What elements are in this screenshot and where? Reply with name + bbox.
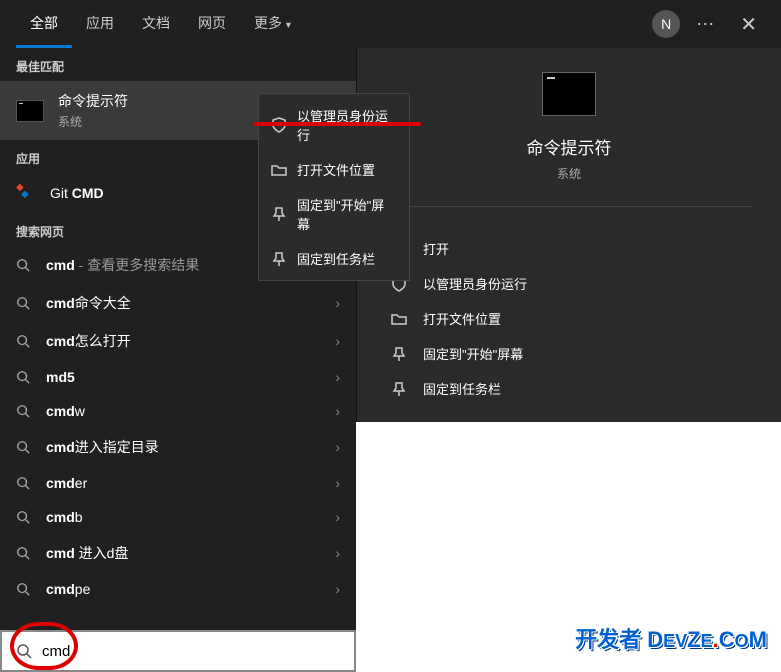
search-icon	[16, 582, 30, 596]
search-icon	[16, 404, 30, 418]
chevron-right-icon: ›	[335, 333, 340, 349]
preview-panel: 命令提示符 系统 打开 以管理员身份运行 打开文件位置 固定到"开始"屏幕	[356, 48, 781, 422]
preview-title: 命令提示符	[357, 134, 781, 159]
web-result-item[interactable]: cmdb ›	[0, 500, 356, 534]
search-icon	[16, 476, 30, 490]
best-match-subtitle: 系统	[58, 113, 128, 130]
pin-start-icon	[271, 206, 287, 222]
watermark: 开发者 DEVZE.COM	[575, 622, 767, 654]
tab-web[interactable]: 网页	[184, 1, 240, 48]
preview-app-icon	[542, 72, 596, 116]
search-input[interactable]	[42, 643, 340, 660]
search-icon	[16, 643, 32, 659]
chevron-right-icon: ›	[335, 475, 340, 491]
best-match-title: 命令提示符	[58, 91, 128, 111]
web-result-item[interactable]: md5 ›	[0, 360, 356, 394]
web-result-item[interactable]: cmder ›	[0, 466, 356, 500]
search-icon	[16, 546, 30, 560]
tab-apps[interactable]: 应用	[72, 1, 128, 48]
user-avatar[interactable]: N	[652, 10, 680, 38]
folder-icon	[271, 162, 287, 178]
tab-docs[interactable]: 文档	[128, 1, 184, 48]
web-result-item[interactable]: cmd进入指定目录 ›	[0, 428, 356, 466]
pa-open-location[interactable]: 打开文件位置	[385, 301, 753, 336]
search-icon	[16, 510, 30, 524]
tab-all[interactable]: 全部	[16, 1, 72, 48]
windows-search-panel: 全部 应用 文档 网页 更多 ▾ N ⋯ ✕ 最佳匹配 命令提示符 系统 应用 …	[0, 0, 781, 672]
preview-subtitle: 系统	[357, 165, 781, 182]
annotation-red-underline	[254, 122, 421, 126]
cmd-app-icon	[16, 100, 44, 122]
search-icon	[16, 334, 30, 348]
search-icon	[16, 440, 30, 454]
cm-open-location[interactable]: 打开文件位置	[259, 152, 409, 187]
chevron-right-icon: ›	[335, 439, 340, 455]
chevron-right-icon: ›	[335, 581, 340, 597]
tab-more[interactable]: 更多 ▾	[240, 1, 305, 48]
folder-icon	[391, 311, 407, 327]
cm-pin-taskbar[interactable]: 固定到任务栏	[259, 241, 409, 276]
pa-open[interactable]: 打开	[385, 231, 753, 266]
gitcmd-icon	[16, 183, 36, 203]
pin-taskbar-icon	[271, 251, 287, 267]
web-result-item[interactable]: cmdw ›	[0, 394, 356, 428]
search-icon	[16, 258, 30, 272]
chevron-right-icon: ›	[335, 403, 340, 419]
chevron-right-icon: ›	[335, 295, 340, 311]
chevron-right-icon: ›	[335, 509, 340, 525]
cm-pin-start[interactable]: 固定到"开始"屏幕	[259, 187, 409, 241]
close-button[interactable]: ✕	[732, 8, 765, 41]
search-icon	[16, 370, 30, 384]
search-icon	[16, 296, 30, 310]
pa-pin-start[interactable]: 固定到"开始"屏幕	[385, 336, 753, 371]
web-result-item[interactable]: cmd命令大全 ›	[0, 284, 356, 322]
chevron-right-icon: ›	[335, 545, 340, 561]
search-bar[interactable]	[0, 630, 356, 672]
web-result-item[interactable]: cmd怎么打开 ›	[0, 322, 356, 360]
web-result-item[interactable]: cmdpe ›	[0, 572, 356, 606]
pin-start-icon	[391, 346, 407, 362]
chevron-right-icon: ›	[335, 369, 340, 385]
section-best-match: 最佳匹配	[0, 48, 356, 81]
pa-pin-taskbar[interactable]: 固定到任务栏	[385, 371, 753, 406]
pin-taskbar-icon	[391, 381, 407, 397]
search-tabs: 全部 应用 文档 网页 更多 ▾ N ⋯ ✕	[0, 0, 781, 48]
pa-run-as-admin[interactable]: 以管理员身份运行	[385, 266, 753, 301]
more-options-icon[interactable]: ⋯	[696, 14, 716, 35]
web-result-item[interactable]: cmd 进入d盘 ›	[0, 534, 356, 572]
